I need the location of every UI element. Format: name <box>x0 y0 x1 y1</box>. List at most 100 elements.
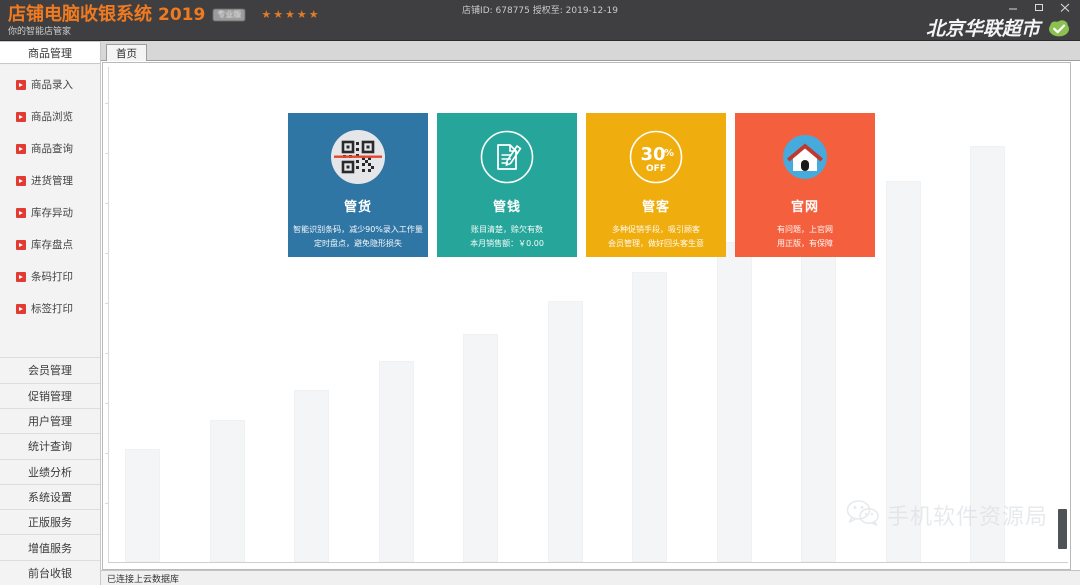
chart-bar <box>632 272 667 562</box>
card-title: 管客 <box>641 200 670 215</box>
chart-tick <box>105 303 109 304</box>
watermark: 手机软件资源局 <box>846 499 1048 531</box>
store-name: 北京华联超市 <box>925 18 1040 40</box>
status-text: 已连接上云数据库 <box>107 574 180 585</box>
sidebar-item-stock-changes[interactable]: 库存异动 <box>0 200 100 225</box>
sidebar-item-label-print[interactable]: 标签打印 <box>0 296 100 321</box>
sidebar-item-genuine-service[interactable]: 正版服务 <box>0 509 100 535</box>
sidebar-item-label: 库存盘点 <box>31 239 73 251</box>
card-title: 管钱 <box>492 200 521 215</box>
card-manage-goods[interactable]: 管货 智能识别条码，减少90%录入工作量 定时盘点，避免隐形损失 <box>288 113 428 257</box>
card-title: 管货 <box>343 200 372 215</box>
shop-license-info: 店铺ID: 678775 授权至: 2019-12-19 <box>462 6 618 16</box>
sidebar-item-promotion-management[interactable]: 促销管理 <box>0 382 100 408</box>
sidebar-item-statistics-query[interactable]: 统计查询 <box>0 433 100 459</box>
sidebar-item-barcode-print[interactable]: 条码打印 <box>0 264 100 289</box>
chart-bar <box>716 242 752 562</box>
chart-tick <box>105 253 109 254</box>
vertical-scrollbar-thumb[interactable] <box>1058 509 1067 549</box>
chart-tick <box>105 103 109 104</box>
arrow-square-icon <box>16 239 26 250</box>
chart-tick <box>105 203 109 204</box>
watermark-text: 手机软件资源局 <box>886 505 1048 530</box>
sidebar-item-label: 库存异动 <box>31 207 73 219</box>
card-manage-customers[interactable]: 30 % OFF 管客 多种促销手段，吸引顾客 会员管理，做好回头客生意 <box>586 113 726 257</box>
sidebar-item-front-cashier[interactable]: 前台收银 <box>0 559 100 585</box>
close-icon[interactable] <box>1058 2 1072 14</box>
chart-tick <box>105 503 109 504</box>
arrow-square-icon <box>16 79 26 90</box>
chart-tick <box>105 453 109 454</box>
sidebar-item-label: 标签打印 <box>31 303 73 315</box>
chart-bar <box>209 420 245 562</box>
card-official-website[interactable]: 官网 有问题，上官网 用正版，有保障 <box>735 113 875 257</box>
minimize-icon[interactable] <box>1006 2 1020 14</box>
home-house-icon <box>777 129 833 185</box>
sidebar-item-performance-analysis[interactable]: 业绩分析 <box>0 458 100 484</box>
sidebar-item-product-browse[interactable]: 商品浏览 <box>0 104 100 129</box>
card-line-2: 定时盘点，避免隐形损失 <box>314 239 402 248</box>
sidebar-item-label: 进货管理 <box>31 175 73 187</box>
card-line-2: 用正版，有保障 <box>777 239 833 248</box>
chart-tick <box>105 403 109 404</box>
main-content: 手机软件资源局 管货 智能识别条码，减少90%录入工作量 定时盘点，避免隐形损失… <box>102 62 1071 570</box>
document-pen-icon <box>479 129 535 185</box>
tab-strip: 首页 <box>101 41 1080 61</box>
store-identity: 北京华联超市 <box>926 14 1070 41</box>
chart-tick <box>105 353 109 354</box>
sidebar-item-label: 条码打印 <box>31 271 73 283</box>
card-line-1: 智能识别条码，减少90%录入工作量 <box>293 225 423 234</box>
arrow-square-icon <box>16 143 26 154</box>
card-line-2: 会员管理，做好回头客生意 <box>608 239 704 248</box>
sidebar-item-label: 商品录入 <box>31 79 73 91</box>
arrow-square-icon <box>16 111 26 122</box>
sidebar-item-label: 商品浏览 <box>31 111 73 123</box>
card-line-1: 有问题，上官网 <box>777 225 833 234</box>
chart-bar <box>801 210 836 562</box>
arrow-square-icon <box>16 207 26 218</box>
card-line-2: 本月销售额：￥0.00 <box>470 239 544 248</box>
arrow-square-icon <box>16 303 26 314</box>
card-title: 官网 <box>790 200 819 215</box>
sidebar-group-items: 商品录入 商品浏览 商品查询 进货管理 库存异动 库存盘点 条码打印 标签打印 <box>0 65 100 377</box>
card-manage-money[interactable]: 管钱 账目清楚，赊欠有数 本月销售额：￥0.00 <box>437 113 577 257</box>
sidebar-item-product-query[interactable]: 商品查询 <box>0 136 100 161</box>
card-line-1: 多种促销手段，吸引顾客 <box>612 225 700 234</box>
sidebar-item-label: 商品查询 <box>31 143 73 155</box>
svg-text:OFF: OFF <box>646 164 666 174</box>
svg-text:30: 30 <box>640 144 665 165</box>
chart-bar <box>378 361 414 562</box>
sidebar-item-product-entry[interactable]: 商品录入 <box>0 72 100 97</box>
app-tagline: 你的智能店管家 <box>8 27 72 37</box>
sidebar-item-member-management[interactable]: 会员管理 <box>0 357 100 383</box>
status-bar: 已连接上云数据库 <box>101 570 1080 585</box>
cloud-check-icon[interactable] <box>1048 17 1070 39</box>
wechat-icon <box>846 499 880 531</box>
qrcode-scan-icon <box>330 129 386 185</box>
sidebar-bottom-menu: 会员管理 促销管理 用户管理 统计查询 业绩分析 系统设置 正版服务 增值服务 … <box>0 357 100 585</box>
app-window: 店铺电脑收银系统 2019 专业版 ★★★★★ 你的智能店管家 店铺ID: 67… <box>0 0 1080 585</box>
sidebar: 商品管理 商品录入 商品浏览 商品查询 进货管理 库存异动 库存盘点 条码打印 … <box>0 41 101 585</box>
chart-bar <box>294 390 329 562</box>
title-bar: 店铺电脑收银系统 2019 专业版 ★★★★★ 你的智能店管家 店铺ID: 67… <box>0 0 1080 41</box>
sidebar-item-system-settings[interactable]: 系统设置 <box>0 483 100 510</box>
sidebar-header-product-management[interactable]: 商品管理 <box>0 41 100 64</box>
sidebar-item-user-management[interactable]: 用户管理 <box>0 407 100 434</box>
chart-bar <box>547 301 583 562</box>
maximize-icon[interactable] <box>1032 2 1046 14</box>
tab-home[interactable]: 首页 <box>106 44 147 61</box>
sidebar-item-stock-count[interactable]: 库存盘点 <box>0 232 100 257</box>
arrow-square-icon <box>16 271 26 282</box>
chart-bar <box>125 449 160 562</box>
window-controls <box>1006 2 1072 14</box>
svg-text:%: % <box>664 148 674 159</box>
sidebar-item-purchase-management[interactable]: 进货管理 <box>0 168 100 193</box>
card-line-1: 账目清楚，赊欠有数 <box>471 225 543 234</box>
chart-bar <box>463 334 498 562</box>
chart-tick <box>105 153 109 154</box>
feature-cards: 管货 智能识别条码，减少90%录入工作量 定时盘点，避免隐形损失 管钱 账目清楚… <box>288 113 875 257</box>
chart-x-axis <box>108 562 1068 563</box>
discount-30-off-icon: 30 % OFF <box>628 129 684 185</box>
arrow-square-icon <box>16 175 26 186</box>
sidebar-item-value-added-service[interactable]: 增值服务 <box>0 534 100 560</box>
